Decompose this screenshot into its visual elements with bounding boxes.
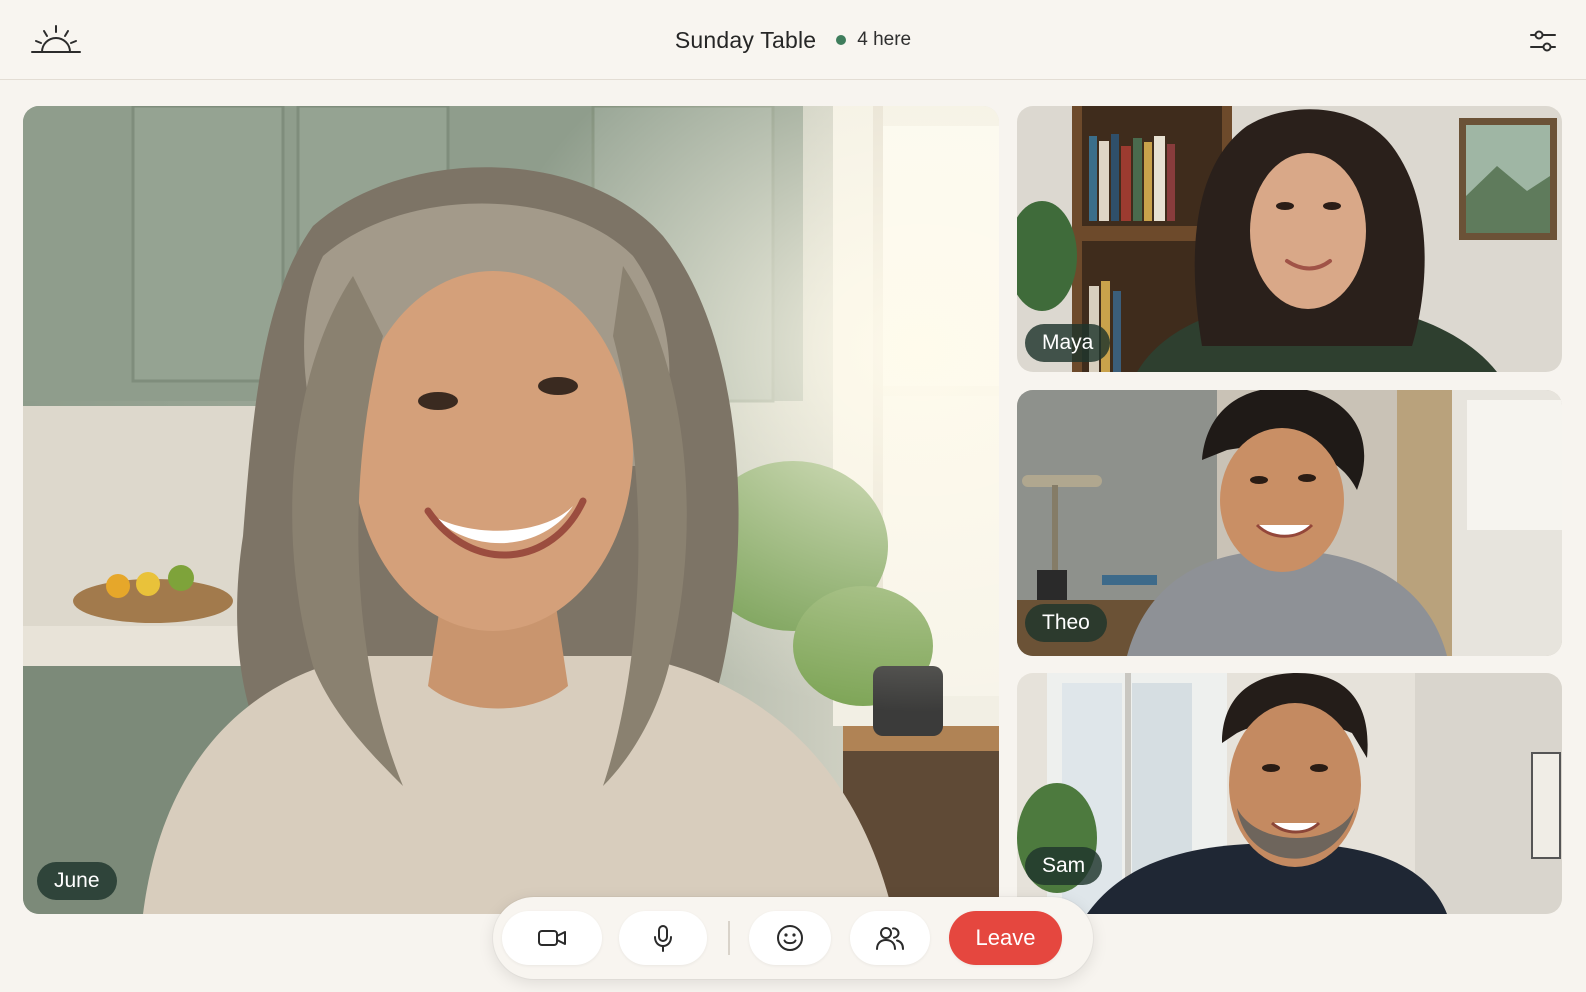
video-tile-participant[interactable]: Theo bbox=[1017, 390, 1562, 656]
smiley-icon bbox=[777, 925, 803, 951]
controls-divider bbox=[728, 921, 730, 955]
call-controls: Leave bbox=[493, 897, 1093, 979]
participants-button[interactable] bbox=[850, 911, 930, 965]
people-icon bbox=[876, 927, 904, 950]
camera-button[interactable] bbox=[502, 911, 602, 965]
call-title: Sunday Table bbox=[674, 26, 817, 53]
microphone-icon bbox=[654, 925, 672, 952]
video-tile-participant[interactable]: Sam bbox=[1017, 673, 1562, 914]
video-tile-main[interactable]: June bbox=[23, 106, 999, 914]
participant-name-tag: Maya bbox=[1025, 324, 1111, 362]
reactions-button[interactable] bbox=[749, 911, 831, 965]
video-tile-participant[interactable]: Maya bbox=[1017, 106, 1562, 372]
participant-video bbox=[23, 106, 999, 914]
leave-button[interactable]: Leave bbox=[949, 911, 1062, 965]
presence-indicator: 4 here bbox=[836, 29, 911, 51]
sliders-icon[interactable] bbox=[1528, 26, 1558, 56]
video-camera-icon bbox=[538, 930, 566, 946]
participant-name-tag: June bbox=[37, 862, 117, 900]
participant-name-tag: Theo bbox=[1025, 604, 1107, 642]
online-dot bbox=[836, 35, 847, 45]
microphone-button[interactable] bbox=[619, 911, 707, 965]
participant-video bbox=[1017, 673, 1562, 914]
participant-name-tag: Sam bbox=[1025, 847, 1103, 885]
presence-count: 4 here bbox=[857, 29, 912, 50]
sunrise-icon bbox=[31, 25, 81, 53]
top-bar: Sunday Table 4 here bbox=[0, 0, 1586, 80]
